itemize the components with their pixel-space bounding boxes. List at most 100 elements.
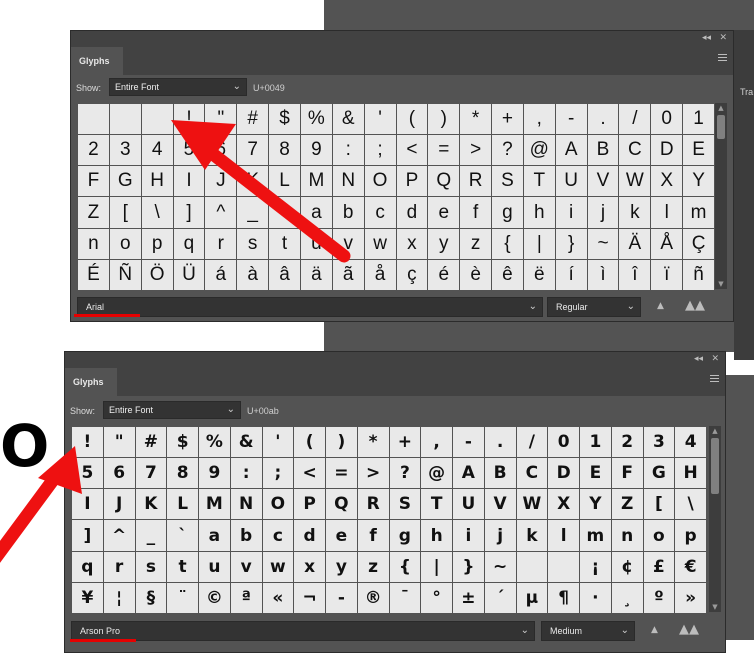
glyph-cell[interactable]: 4	[675, 427, 706, 458]
glyph-cell[interactable]: >	[460, 135, 492, 166]
glyph-cell[interactable]: x	[396, 228, 428, 259]
font-family-field[interactable]: Arial ⌄	[77, 297, 543, 317]
glyph-cell[interactable]: 2	[78, 135, 109, 166]
glyph-cell[interactable]: à	[237, 259, 269, 290]
glyph-cell[interactable]: l	[651, 197, 683, 228]
scroll-up-icon[interactable]: ▲	[715, 104, 727, 112]
glyph-cell[interactable]: 7	[237, 135, 269, 166]
glyph-cell[interactable]: 1	[683, 104, 714, 135]
glyph-cell[interactable]: ~	[587, 228, 619, 259]
glyph-cell[interactable]: g	[492, 197, 523, 228]
mountain-small-icon[interactable]: ▲	[651, 625, 658, 635]
glyph-cell[interactable]: ©	[199, 582, 230, 613]
glyph-cell[interactable]: º	[643, 582, 675, 613]
glyph-cell[interactable]: U	[453, 489, 484, 520]
glyph-cell[interactable]: Y	[683, 166, 714, 197]
glyph-cell[interactable]: 6	[205, 135, 237, 166]
glyph-cell[interactable]: P	[396, 166, 428, 197]
glyph-cell[interactable]: §	[135, 582, 167, 613]
glyph-cell[interactable]: r	[103, 551, 135, 582]
glyph-cell[interactable]: C	[619, 135, 651, 166]
glyph-cell[interactable]: *	[460, 104, 492, 135]
glyph-cell[interactable]: '	[364, 104, 396, 135]
mountain-large-icon[interactable]: ▲▲	[679, 622, 699, 637]
tab-glyphs[interactable]: Glyphs	[71, 47, 123, 75]
glyph-cell[interactable]: W	[516, 489, 548, 520]
glyph-cell[interactable]: W	[619, 166, 651, 197]
glyph-cell[interactable]: k	[619, 197, 651, 228]
glyph-cell[interactable]: `	[269, 197, 300, 228]
glyph-cell[interactable]: K	[135, 489, 167, 520]
glyph-cell[interactable]: G	[109, 166, 141, 197]
glyph-cell[interactable]: V	[484, 489, 516, 520]
glyph-cell[interactable]: -	[555, 104, 587, 135]
glyph-cell[interactable]: #	[135, 427, 167, 458]
glyph-cell[interactable]: l	[548, 520, 579, 551]
glyph-cell[interactable]: Ü	[173, 259, 205, 290]
glyph-cell[interactable]: b	[332, 197, 364, 228]
glyph-cell[interactable]: â	[269, 259, 300, 290]
glyph-cell[interactable]: o	[109, 228, 141, 259]
glyph-cell[interactable]: ¢	[611, 551, 643, 582]
glyph-cell[interactable]: 9	[300, 135, 332, 166]
glyph-cell[interactable]: h	[523, 197, 555, 228]
glyph-cell[interactable]: J	[103, 489, 135, 520]
glyph-cell[interactable]: D	[548, 458, 579, 489]
close-icon[interactable]: ✕	[711, 353, 719, 365]
glyph-cell[interactable]: D	[651, 135, 683, 166]
glyph-cell[interactable]: ê	[492, 259, 523, 290]
glyph-cell[interactable]: ¸	[611, 582, 643, 613]
glyph-cell[interactable]: ?	[389, 458, 421, 489]
glyph-cell[interactable]: q	[173, 228, 205, 259]
glyph-cell[interactable]: í	[555, 259, 587, 290]
glyph-cell[interactable]: ^	[103, 520, 135, 551]
panel-menu-icon[interactable]	[718, 54, 727, 61]
glyph-cell[interactable]: ª	[230, 582, 262, 613]
glyph-cell[interactable]: :	[332, 135, 364, 166]
glyph-cell[interactable]: s	[237, 228, 269, 259]
glyph-cell[interactable]: s	[135, 551, 167, 582]
glyph-cell[interactable]: ç	[396, 259, 428, 290]
glyph-cell[interactable]: b	[230, 520, 262, 551]
glyph-cell[interactable]: i	[555, 197, 587, 228]
glyph-cell[interactable]: V	[587, 166, 619, 197]
glyph-cell[interactable]: 3	[643, 427, 675, 458]
glyph-cell[interactable]: "	[205, 104, 237, 135]
glyph-cell[interactable]: A	[555, 135, 587, 166]
glyph-cell[interactable]: w	[364, 228, 396, 259]
glyph-cell[interactable]: Ç	[683, 228, 714, 259]
glyph-cell[interactable]: N	[332, 166, 364, 197]
font-style-field[interactable]: Medium ⌄	[541, 621, 635, 641]
glyph-cell[interactable]	[78, 104, 109, 135]
glyph-cell[interactable]: q	[72, 551, 103, 582]
glyph-cell[interactable]: [	[643, 489, 675, 520]
glyph-cell[interactable]: ?	[492, 135, 523, 166]
glyph-cell[interactable]: _	[237, 197, 269, 228]
glyph-cell[interactable]: N	[230, 489, 262, 520]
glyph-cell[interactable]: y	[428, 228, 460, 259]
glyph-cell[interactable]: R	[460, 166, 492, 197]
glyph-cell[interactable]: c	[262, 520, 294, 551]
glyph-cell[interactable]: >	[357, 458, 389, 489]
glyph-cell[interactable]: e	[428, 197, 460, 228]
glyph-cell[interactable]: €	[675, 551, 706, 582]
glyph-cell[interactable]: ±	[453, 582, 484, 613]
glyph-cell[interactable]: t	[167, 551, 198, 582]
glyph-cell[interactable]: p	[675, 520, 706, 551]
glyph-cell[interactable]: ñ	[683, 259, 714, 290]
glyph-cell[interactable]: F	[611, 458, 643, 489]
glyph-cell[interactable]: @	[523, 135, 555, 166]
glyph-cell[interactable]: h	[421, 520, 452, 551]
glyph-cell[interactable]: t	[269, 228, 300, 259]
glyph-cell[interactable]: j	[587, 197, 619, 228]
glyph-cell[interactable]: ]	[72, 520, 103, 551]
glyph-cell[interactable]: ]	[173, 197, 205, 228]
font-style-field[interactable]: Regular ⌄	[547, 297, 641, 317]
glyph-cell[interactable]: %	[199, 427, 230, 458]
glyph-cell[interactable]: G	[643, 458, 675, 489]
glyph-cell[interactable]: p	[141, 228, 173, 259]
glyph-cell[interactable]: v	[332, 228, 364, 259]
glyph-cell[interactable]: I	[173, 166, 205, 197]
glyph-cell[interactable]: 8	[167, 458, 198, 489]
glyph-cell[interactable]: &	[230, 427, 262, 458]
